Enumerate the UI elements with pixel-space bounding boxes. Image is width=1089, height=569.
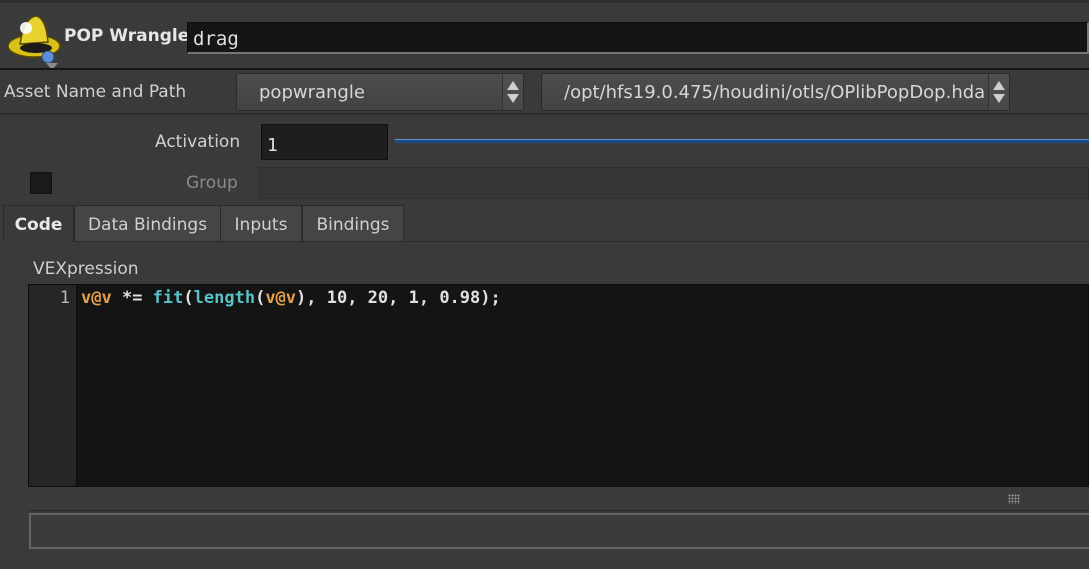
activation-label: Activation bbox=[155, 132, 241, 152]
node-type-label: POP Wrangle bbox=[64, 26, 190, 46]
node-name-input[interactable] bbox=[187, 22, 1089, 54]
code-token-function: length bbox=[193, 288, 256, 308]
header-top-border bbox=[0, 0, 1089, 3]
tab-code[interactable]: Code bbox=[3, 205, 74, 242]
asset-name-path-label: Asset Name and Path bbox=[4, 82, 187, 102]
resize-grip-icon[interactable] bbox=[1008, 494, 1020, 504]
updown-arrows-icon bbox=[988, 74, 1009, 110]
editor-footer bbox=[28, 487, 1089, 511]
group-enable-checkbox[interactable] bbox=[30, 172, 52, 194]
tab-inputs[interactable]: Inputs bbox=[220, 205, 302, 242]
code-token-paren: ( bbox=[183, 288, 194, 308]
header-divider bbox=[0, 68, 1089, 70]
code-token-variable: v@v bbox=[81, 288, 112, 308]
code-line[interactable]: v@v *= fit(length(v@v), 10, 20, 1, 0.98)… bbox=[81, 288, 501, 308]
group-input[interactable] bbox=[259, 167, 1089, 199]
vex-code-editor[interactable] bbox=[28, 284, 1089, 487]
asset-path-value: /opt/hfs19.0.475/houdini/otls/OPlibPopDo… bbox=[564, 82, 986, 103]
code-token-function: fit bbox=[152, 288, 184, 308]
group-label: Group bbox=[186, 173, 238, 193]
asset-path-dropdown[interactable]: /opt/hfs19.0.475/houdini/otls/OPlibPopDo… bbox=[541, 73, 1010, 111]
asset-name-value: popwrangle bbox=[259, 82, 365, 103]
line-number-gutter bbox=[29, 285, 77, 486]
tab-bar-divider bbox=[404, 241, 1089, 242]
code-token-operator: *= bbox=[111, 288, 153, 308]
line-number: 1 bbox=[59, 288, 70, 308]
tab-bar: Code Data Bindings Inputs Bindings bbox=[0, 205, 1089, 243]
updown-arrows-icon bbox=[502, 74, 523, 110]
tab-bindings[interactable]: Bindings bbox=[302, 205, 404, 242]
section-divider bbox=[0, 113, 1089, 115]
code-token-paren: ( bbox=[255, 288, 266, 308]
activation-input[interactable] bbox=[261, 124, 388, 160]
code-token-variable: v@v bbox=[265, 288, 297, 308]
vexpression-label: VEXpression bbox=[33, 259, 139, 279]
asset-name-dropdown[interactable]: popwrangle bbox=[236, 73, 524, 111]
code-token-args: ), 10, 20, 1, 0.98); bbox=[296, 288, 501, 308]
activation-slider[interactable] bbox=[395, 139, 1089, 143]
bottom-input-field[interactable] bbox=[29, 513, 1089, 549]
tab-data-bindings[interactable]: Data Bindings bbox=[74, 205, 221, 242]
pop-wrangle-node-icon[interactable] bbox=[6, 10, 66, 70]
